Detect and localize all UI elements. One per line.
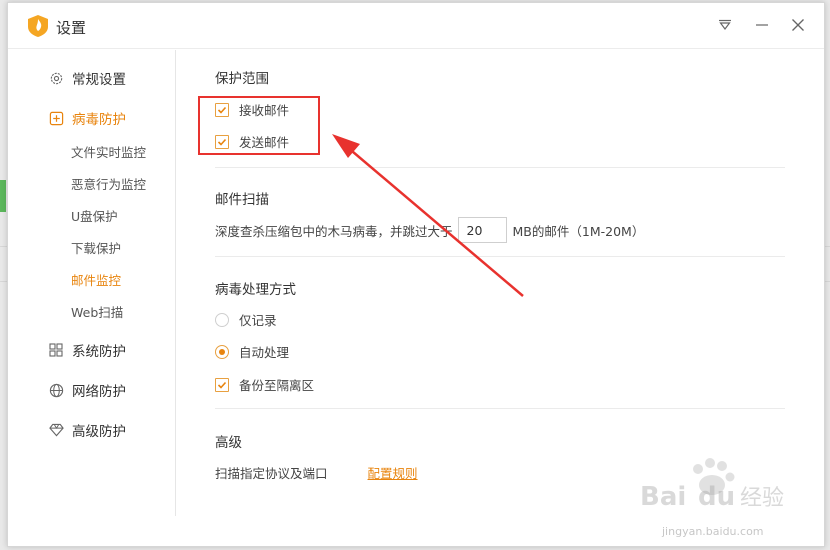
close-icon: [792, 19, 804, 31]
watermark-url: jingyan.baidu.com: [662, 525, 764, 538]
radio-selected-icon: [215, 344, 229, 359]
auto-process-label: 自动处理: [239, 345, 290, 360]
checkbox-checked-icon: [215, 377, 229, 392]
sidebar-subitem-web-scan[interactable]: Web扫描: [71, 304, 123, 322]
backup-quarantine-checkbox[interactable]: 备份至隔离区: [215, 375, 314, 394]
send-mail-label: 发送邮件: [239, 135, 290, 150]
advanced-scan-row: 扫描指定协议及端口 配置规则: [215, 463, 418, 482]
menu-dropdown-button[interactable]: [715, 15, 735, 35]
sidebar-item-label: 病毒防护: [72, 112, 126, 128]
sidebar-item-advanced-protection[interactable]: 高级防护: [48, 419, 126, 441]
protection-scope-title: 保护范围: [215, 71, 269, 87]
protocol-port-label: 扫描指定协议及端口: [215, 466, 328, 481]
sidebar-subitem-download-protection[interactable]: 下载保护: [71, 240, 121, 258]
section-divider: [215, 167, 785, 168]
mail-scan-size-hint: MB的邮件（1M-20M）: [512, 223, 645, 239]
record-only-radio[interactable]: 仅记录: [215, 310, 277, 329]
settings-sidebar: 常规设置 病毒防护 文件实时监控 恶意行为监控 U盘保护 下载保护 邮件监控 W…: [8, 50, 176, 516]
sidebar-item-label: 常规设置: [72, 72, 126, 88]
section-divider: [215, 256, 785, 257]
sidebar-item-label: 高级防护: [72, 424, 126, 440]
shield-logo-icon: [28, 15, 48, 37]
plus-square-icon: [48, 110, 64, 126]
title-bar: 设置: [8, 3, 824, 49]
minimize-button[interactable]: [752, 15, 772, 35]
mail-scan-row: 深度查杀压缩包中的木马病毒，并跳过大于 MB的邮件（1M-20M）: [215, 217, 644, 243]
grid-icon: [48, 342, 64, 358]
receive-mail-checkbox[interactable]: 接收邮件: [215, 100, 289, 119]
mail-scan-description: 深度查杀压缩包中的木马病毒，并跳过大于: [215, 223, 453, 239]
sidebar-item-system-protection[interactable]: 系统防护: [48, 339, 126, 361]
receive-mail-label: 接收邮件: [239, 103, 290, 118]
record-only-label: 仅记录: [239, 313, 277, 328]
background-green-tab: [0, 180, 6, 212]
checkbox-checked-icon: [215, 134, 229, 149]
globe-icon: [48, 382, 64, 398]
send-mail-checkbox[interactable]: 发送邮件: [215, 132, 289, 151]
mail-scan-title: 邮件扫描: [215, 192, 269, 208]
dropdown-triangle-icon: [719, 19, 731, 30]
virus-handling-title: 病毒处理方式: [215, 282, 296, 298]
auto-process-radio[interactable]: 自动处理: [215, 342, 289, 361]
sidebar-subitem-behavior-monitor[interactable]: 恶意行为监控: [71, 176, 146, 194]
sidebar-item-virus-protection[interactable]: 病毒防护: [48, 107, 126, 129]
checkbox-checked-icon: [215, 102, 229, 117]
backup-quarantine-label: 备份至隔离区: [239, 378, 315, 393]
close-button[interactable]: [788, 15, 808, 35]
sidebar-subitem-file-monitor[interactable]: 文件实时监控: [71, 144, 146, 162]
sidebar-item-network-protection[interactable]: 网络防护: [48, 379, 126, 401]
gear-icon: [48, 70, 64, 86]
advanced-title: 高级: [215, 435, 242, 451]
sidebar-subitem-mail-monitor[interactable]: 邮件监控: [71, 272, 121, 290]
sidebar-item-label: 网络防护: [72, 384, 126, 400]
section-divider: [215, 408, 785, 409]
sidebar-item-general[interactable]: 常规设置: [48, 67, 126, 89]
sidebar-subitem-usb-protection[interactable]: U盘保护: [71, 208, 118, 226]
max-mail-size-input[interactable]: [457, 217, 507, 243]
window-title: 设置: [56, 19, 87, 37]
minimize-icon: [756, 24, 768, 26]
sidebar-item-label: 系统防护: [72, 344, 126, 360]
radio-unselected-icon: [215, 312, 229, 327]
configure-rules-link[interactable]: 配置规则: [368, 463, 418, 482]
settings-window: 设置 常规设置 病毒防护 文件实时监控 恶意行为监控 U盘保护 下载保护 邮件监…: [7, 2, 825, 547]
diamond-icon: [48, 422, 64, 438]
